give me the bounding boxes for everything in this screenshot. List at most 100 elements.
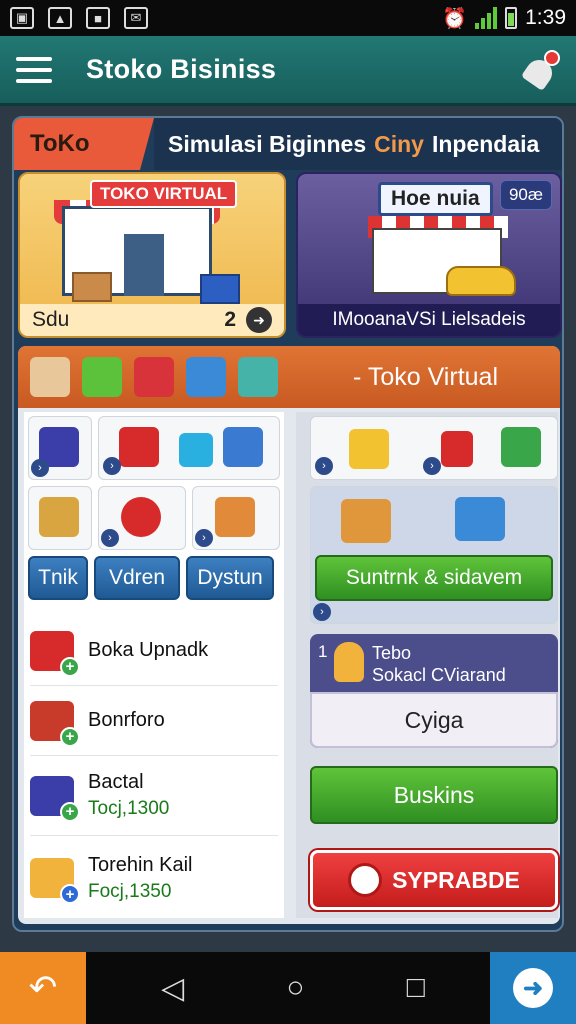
tile-badge: › bbox=[101, 529, 119, 547]
bin-icon bbox=[223, 427, 263, 467]
main-frame: ToKo Simulasi Biginnes Ciny Inpendaia TO… bbox=[12, 116, 564, 932]
hand-icon bbox=[334, 642, 364, 682]
card2-footer: IMooanaVSi Lielsadeis bbox=[298, 304, 560, 336]
promo-line1: Tebo bbox=[372, 643, 412, 663]
hero-bar: ToKo Simulasi Biginnes Ciny Inpendaia bbox=[14, 118, 562, 170]
forward-button[interactable]: ➜ bbox=[490, 952, 576, 1024]
car-icon bbox=[446, 266, 516, 296]
navigation-bar: ↶ ◁ ○ □ ➜ bbox=[0, 952, 576, 1024]
product-tile[interactable]: › bbox=[28, 416, 92, 480]
cart-icon bbox=[215, 497, 255, 537]
back-share-icon[interactable]: ↶ bbox=[0, 952, 86, 1024]
store-card[interactable]: Hoe nuia 90æ IMooanaVSi Lielsadeis bbox=[296, 172, 562, 338]
crate-icon bbox=[200, 274, 240, 304]
basket-icon: + bbox=[30, 700, 80, 747]
add-icon[interactable]: + bbox=[60, 884, 80, 904]
product-tile[interactable]: › › bbox=[310, 416, 558, 480]
list-item-title: Boka Upnadk bbox=[88, 639, 209, 661]
app-bar: Stoko Bisiniss bbox=[0, 36, 576, 106]
add-icon[interactable]: + bbox=[60, 726, 80, 747]
gift-icon bbox=[119, 427, 159, 467]
dystun-button[interactable]: Dystun bbox=[186, 556, 274, 600]
cart-icon[interactable] bbox=[238, 357, 278, 397]
vdren-button[interactable]: Vdren bbox=[94, 556, 180, 600]
submit-button[interactable]: Suntrnk & sidavem bbox=[315, 555, 553, 601]
shop-sign: TOKO VIRTUAL bbox=[90, 180, 238, 208]
battery-icon bbox=[505, 7, 518, 29]
list-item[interactable]: + Boka Upnadk bbox=[30, 616, 278, 686]
add-icon[interactable]: + bbox=[60, 656, 80, 677]
product-tile[interactable] bbox=[28, 486, 92, 550]
buskins-button[interactable]: Buskins bbox=[310, 766, 558, 824]
clock: 1:39 bbox=[525, 6, 566, 29]
list-item[interactable]: + Bactal Tocj,1300 bbox=[30, 756, 278, 836]
basket-icon bbox=[179, 433, 213, 467]
list-item-title: Torehin Kail bbox=[88, 853, 193, 876]
product-tile[interactable]: › bbox=[98, 416, 280, 480]
box-icon[interactable] bbox=[30, 357, 70, 397]
back-icon[interactable]: ◁ bbox=[161, 971, 184, 1006]
tile-badge: › bbox=[423, 457, 441, 475]
store-sign: Hoe nuia bbox=[378, 182, 493, 216]
box-icon bbox=[72, 272, 112, 302]
box-icon bbox=[341, 499, 391, 543]
tnik-button[interactable]: Tnik bbox=[28, 556, 88, 600]
button-icon: + bbox=[30, 630, 80, 677]
action-column: › › Suntrnk & sidavem › 1 Tebo Sokacl CV… bbox=[296, 412, 558, 918]
menu-icon[interactable] bbox=[16, 56, 52, 83]
tile-badge: › bbox=[103, 457, 121, 475]
card1-footer: Sdu 2 ➜ bbox=[20, 304, 284, 336]
hero-subtitle-c: Inpendaia bbox=[431, 130, 540, 157]
hero-subtitle-a: Simulasi Biginnes bbox=[168, 130, 367, 157]
panel-title: - Toko Virtual bbox=[353, 362, 498, 391]
tile-badge: › bbox=[313, 603, 331, 621]
panel-header: - Toko Virtual bbox=[18, 346, 560, 408]
add-icon[interactable]: + bbox=[60, 801, 80, 822]
promo-input[interactable]: Cyiga bbox=[310, 692, 558, 748]
forward-arrow-icon: ➜ bbox=[513, 968, 553, 1008]
recents-icon[interactable]: □ bbox=[407, 971, 425, 1005]
next-arrow-icon[interactable]: ➜ bbox=[246, 307, 272, 333]
featured-tile[interactable]: Suntrnk & sidavem › bbox=[310, 486, 558, 624]
book-icon: + bbox=[30, 775, 80, 822]
folder-icon: + bbox=[30, 858, 80, 904]
list-item[interactable]: + Bonrforo bbox=[30, 686, 278, 756]
gift-bag-icon[interactable] bbox=[134, 357, 174, 397]
cart-icon bbox=[501, 427, 541, 467]
tile-badge: › bbox=[195, 529, 213, 547]
notification-icon: ▣ bbox=[10, 7, 34, 29]
promo-box: 1 Tebo Sokacl CViarand Cyiga bbox=[310, 634, 558, 748]
list-item-price: Tocj,1300 bbox=[88, 798, 170, 819]
notification-bell-icon[interactable] bbox=[520, 49, 560, 91]
image-icon: ▲ bbox=[48, 7, 72, 29]
tile-badge: › bbox=[31, 459, 49, 477]
promo-line2: Sokacl CViarand bbox=[372, 665, 506, 685]
book-icon bbox=[39, 497, 79, 537]
mail-icon: ✉ bbox=[124, 7, 148, 29]
product-tile[interactable]: › bbox=[98, 486, 186, 550]
clock-gift-icon bbox=[121, 497, 161, 537]
shopping-bag-icon[interactable] bbox=[82, 357, 122, 397]
card1-label: Sdu bbox=[32, 308, 70, 331]
list-item-title: Bonrforo bbox=[88, 709, 165, 731]
upgrade-button[interactable]: SYPRABDE bbox=[310, 850, 558, 910]
hero-subtitle-b: Ciny bbox=[374, 130, 424, 157]
list-item[interactable]: + Torehin Kail Focj,1350 bbox=[30, 840, 278, 916]
status-bar: ▣ ▲ ■ ✉ ⏰ 1:39 bbox=[0, 0, 576, 36]
product-column: › › › › Tnik Vdren Dystun + Boka Upnadk … bbox=[24, 412, 284, 918]
hero-tab[interactable]: ToKo bbox=[14, 118, 154, 170]
gift-icon bbox=[349, 429, 389, 469]
shop-icon: ■ bbox=[86, 7, 110, 29]
promo-text: Tebo Sokacl CViarand bbox=[372, 642, 506, 686]
plant-icon bbox=[441, 431, 473, 467]
home-icon[interactable]: ○ bbox=[286, 971, 304, 1005]
cart-icon bbox=[455, 497, 505, 541]
hero-subtitle: Simulasi Biginnes Ciny Inpendaia bbox=[154, 118, 562, 170]
signal-icon bbox=[475, 7, 498, 29]
shop-door bbox=[124, 234, 164, 296]
alarm-icon: ⏰ bbox=[442, 7, 468, 30]
product-tile[interactable]: › bbox=[192, 486, 280, 550]
package-icon[interactable] bbox=[186, 357, 226, 397]
virtual-shop-card[interactable]: TOKO VIRTUAL Sdu 2 ➜ bbox=[18, 172, 286, 338]
store-price-badge: 90æ bbox=[499, 180, 552, 210]
